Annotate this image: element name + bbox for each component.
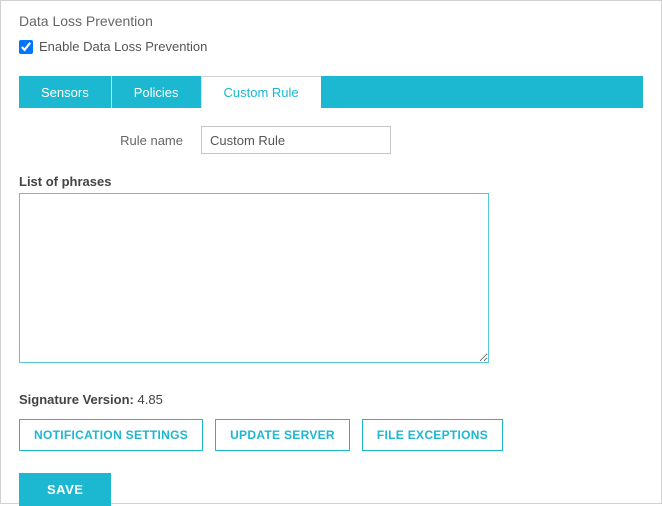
signature-label: Signature Version: bbox=[19, 392, 134, 407]
enable-row: Enable Data Loss Prevention bbox=[19, 39, 643, 54]
tab-policies[interactable]: Policies bbox=[112, 76, 202, 108]
update-server-button[interactable]: UPDATE SERVER bbox=[215, 419, 350, 451]
secondary-buttons-row: NOTIFICATION SETTINGS UPDATE SERVER FILE… bbox=[19, 419, 643, 451]
enable-label: Enable Data Loss Prevention bbox=[39, 39, 207, 54]
tab-custom-rule[interactable]: Custom Rule bbox=[202, 76, 321, 108]
phrases-label: List of phrases bbox=[19, 174, 643, 189]
tab-bar: Sensors Policies Custom Rule bbox=[19, 76, 643, 108]
tab-sensors[interactable]: Sensors bbox=[19, 76, 112, 108]
rule-name-row: Rule name bbox=[19, 126, 643, 154]
rule-name-label: Rule name bbox=[19, 133, 189, 148]
signature-value: 4.85 bbox=[138, 392, 163, 407]
enable-checkbox[interactable] bbox=[19, 40, 33, 54]
page-title: Data Loss Prevention bbox=[19, 13, 643, 29]
rule-name-input[interactable] bbox=[201, 126, 391, 154]
notification-settings-button[interactable]: NOTIFICATION SETTINGS bbox=[19, 419, 203, 451]
save-button[interactable]: SAVE bbox=[19, 473, 111, 506]
phrases-textarea[interactable] bbox=[19, 193, 489, 363]
dlp-panel: Data Loss Prevention Enable Data Loss Pr… bbox=[0, 0, 662, 504]
signature-row: Signature Version: 4.85 bbox=[19, 392, 643, 407]
file-exceptions-button[interactable]: FILE EXCEPTIONS bbox=[362, 419, 503, 451]
